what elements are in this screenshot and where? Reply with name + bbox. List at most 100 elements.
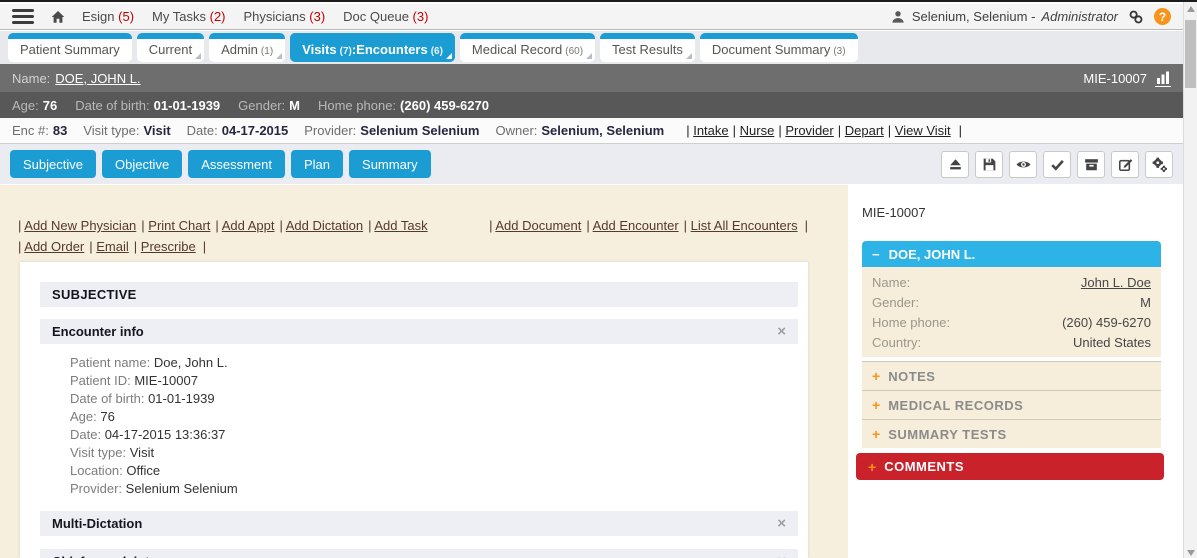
link-view-visit[interactable]: View Visit xyxy=(895,123,951,138)
owner-field: Owner:Selenium, Selenium xyxy=(495,123,664,138)
link-add-encounter[interactable]: Add Encounter xyxy=(593,218,679,233)
sidebar-section-medical-records[interactable]: + MEDICAL RECORDS xyxy=(862,390,1161,419)
quick-links-right: Add Document Add Encounter List All Enco… xyxy=(489,215,808,236)
expand-icon: + xyxy=(868,459,876,475)
link-add-dictation[interactable]: Add Dictation xyxy=(286,218,363,233)
close-icon[interactable]: × xyxy=(777,323,786,340)
patient-id: MIE-10007 xyxy=(1083,71,1147,86)
physicians-count: (3) xyxy=(309,9,325,24)
user-icon xyxy=(890,9,906,25)
summary-button[interactable]: Summary xyxy=(349,150,431,178)
link-prescribe[interactable]: Prescribe xyxy=(141,239,196,254)
detail-provider: Provider: Selenium Selenium xyxy=(70,480,238,498)
nav-my-tasks[interactable]: My Tasks (2) xyxy=(152,9,225,24)
age-field: Age:76 xyxy=(12,98,57,113)
sidebar-section-notes[interactable]: + NOTES xyxy=(862,361,1161,390)
patient-name-link[interactable]: DOE, JOHN L. xyxy=(55,71,140,86)
tab-document-summary[interactable]: Document Summary(3) xyxy=(700,33,858,62)
link-add-new-physician[interactable]: Add New Physician xyxy=(24,218,136,233)
sidebar-row-name: Name:John L. Doe xyxy=(872,273,1151,293)
assessment-button[interactable]: Assessment xyxy=(188,150,285,178)
flowchart-icon[interactable] xyxy=(1155,70,1171,87)
link-add-appt[interactable]: Add Appt xyxy=(222,218,275,233)
help-icon[interactable]: ? xyxy=(1154,8,1171,25)
link-print-chart[interactable]: Print Chart xyxy=(148,218,210,233)
objective-button[interactable]: Objective xyxy=(102,150,182,178)
quick-links-left: Add New Physician Print Chart Add Appt A… xyxy=(18,215,433,236)
detail-visit-type: Visit type: Visit xyxy=(70,444,238,462)
link-add-order[interactable]: Add Order xyxy=(24,239,84,254)
top-right-controls: Selenium, Selenium - Administrator ? xyxy=(890,8,1171,25)
user-name: Selenium, Selenium - xyxy=(912,9,1036,24)
tab-visits-encounters[interactable]: Visits(7):Encounters(6) xyxy=(290,33,455,62)
encounter-info-panel-header[interactable]: Encounter info × xyxy=(40,319,798,344)
main-content-area: Add New Physician Print Chart Add Appt A… xyxy=(0,185,1183,558)
close-icon[interactable]: × xyxy=(777,515,786,532)
home-phone-field: Home phone:(260) 459-6270 xyxy=(318,98,489,113)
link-nurse[interactable]: Nurse xyxy=(740,123,775,138)
tab-current[interactable]: Current xyxy=(137,33,204,62)
check-button[interactable] xyxy=(1043,151,1071,178)
detail-location: Location: Office xyxy=(70,462,238,480)
encounter-info-details: Patient name: Doe, John L. Patient ID: M… xyxy=(70,354,238,498)
sidebar-sections: + NOTES + MEDICAL RECORDS + SUMMARY TEST… xyxy=(862,361,1161,448)
subjective-section-header: SUBJECTIVE xyxy=(40,282,798,307)
nav-physicians[interactable]: Physicians (3) xyxy=(244,9,326,24)
encounter-info-bar: Enc #:83 Visit type:Visit Date:04-17-201… xyxy=(0,118,1183,144)
plan-button[interactable]: Plan xyxy=(291,150,343,178)
gender-field: Gender:M xyxy=(238,98,300,113)
sidebar-patient-id: MIE-10007 xyxy=(862,205,926,220)
sidebar-patient-name: DOE, JOHN L. xyxy=(889,247,976,262)
tab-test-results[interactable]: Test Results xyxy=(600,33,695,62)
chief-complaint-title: Chief complaint xyxy=(52,554,150,558)
link-add-task[interactable]: Add Task xyxy=(374,218,427,233)
link-email[interactable]: Email xyxy=(96,239,129,254)
link-depart[interactable]: Depart xyxy=(845,123,884,138)
sidebar-section-comments[interactable]: + COMMENTS xyxy=(856,453,1164,480)
close-icon[interactable]: × xyxy=(777,553,786,558)
expand-icon: + xyxy=(872,368,880,384)
chief-complaint-panel-header[interactable]: Chief complaint × xyxy=(40,549,798,558)
enc-number-field: Enc #:83 xyxy=(12,123,67,138)
collapse-icon[interactable]: − xyxy=(872,247,880,262)
nav-doc-queue[interactable]: Doc Queue (3) xyxy=(343,9,428,24)
link-list-all-encounters[interactable]: List All Encounters xyxy=(691,218,798,233)
hamburger-menu-icon[interactable] xyxy=(12,9,34,24)
scroll-up-arrow-icon[interactable] xyxy=(1187,6,1195,12)
my-tasks-count: (2) xyxy=(210,9,226,24)
encounter-note-card: SUBJECTIVE Encounter info × Patient name… xyxy=(20,262,808,558)
link-intake[interactable]: Intake xyxy=(693,123,728,138)
subjective-button[interactable]: Subjective xyxy=(10,150,96,178)
soap-buttons: Subjective Objective Assessment Plan Sum… xyxy=(10,150,431,178)
multi-dictation-panel-header[interactable]: Multi-Dictation × xyxy=(40,511,798,536)
sidebar-patient-header[interactable]: − DOE, JOHN L. xyxy=(862,241,1161,267)
preview-eye-button[interactable] xyxy=(1009,151,1037,178)
sidebar-section-summary-tests[interactable]: + SUMMARY TESTS xyxy=(862,419,1161,448)
tab-admin[interactable]: Admin(1) xyxy=(209,33,285,62)
link-chain-icon[interactable] xyxy=(1128,9,1144,25)
expand-icon: + xyxy=(872,397,880,413)
multi-dictation-title: Multi-Dictation xyxy=(52,516,142,531)
nav-esign[interactable]: Esign (5) xyxy=(82,9,134,24)
archive-button[interactable] xyxy=(1077,151,1105,178)
esign-count: (5) xyxy=(118,9,134,24)
current-user[interactable]: Selenium, Selenium - Administrator xyxy=(890,9,1118,25)
eject-button[interactable] xyxy=(941,151,969,178)
save-button[interactable] xyxy=(975,151,1003,178)
scrollbar-thumb[interactable] xyxy=(1185,20,1196,88)
edit-button[interactable] xyxy=(1111,151,1139,178)
encounter-info-title: Encounter info xyxy=(52,324,144,339)
scroll-down-arrow-icon[interactable] xyxy=(1187,550,1195,556)
sidebar-name-link[interactable]: John L. Doe xyxy=(1081,273,1151,293)
link-provider[interactable]: Provider xyxy=(785,123,833,138)
home-icon[interactable] xyxy=(50,9,66,25)
sidebar-row-gender: Gender:M xyxy=(872,293,1151,313)
vertical-scrollbar[interactable] xyxy=(1183,2,1197,558)
settings-gears-button[interactable] xyxy=(1145,151,1173,178)
tab-patient-summary[interactable]: Patient Summary xyxy=(8,33,132,62)
top-nav: Esign (5) My Tasks (2) Physicians (3) Do… xyxy=(82,9,428,24)
tab-medical-record[interactable]: Medical Record(60) xyxy=(460,33,595,62)
action-icon-buttons xyxy=(941,151,1173,178)
link-add-document[interactable]: Add Document xyxy=(495,218,581,233)
provider-field: Provider:Selenium Selenium xyxy=(304,123,479,138)
